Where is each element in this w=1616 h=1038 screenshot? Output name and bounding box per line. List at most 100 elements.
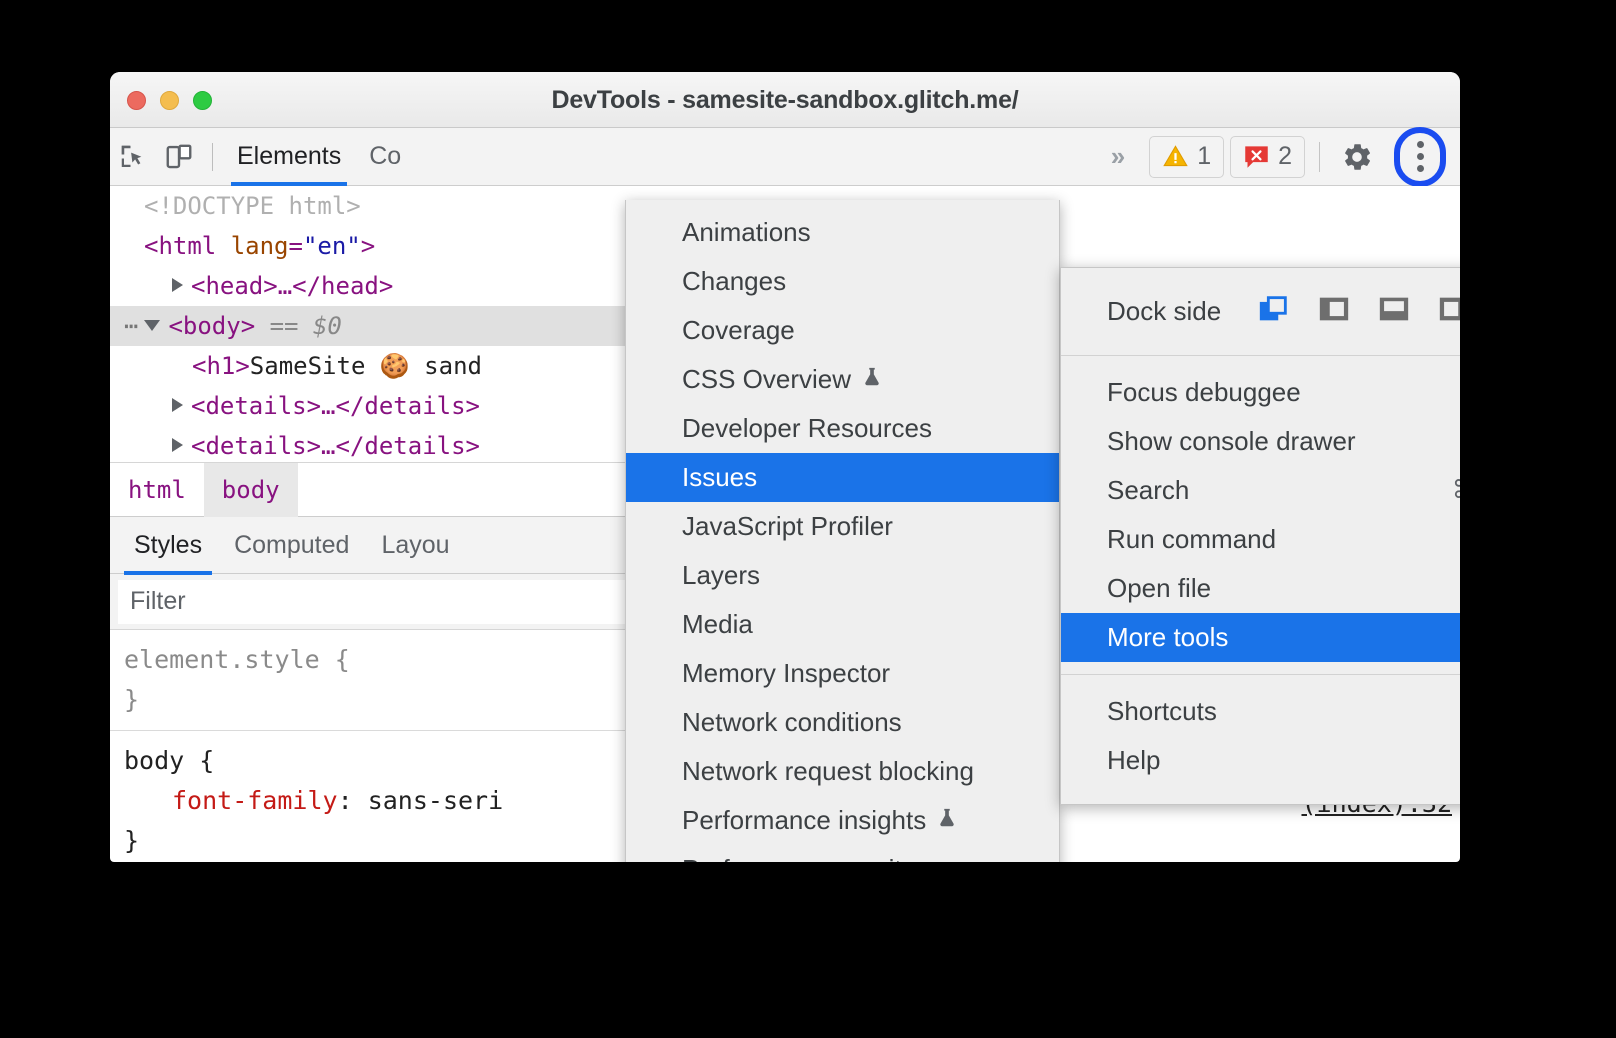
more-tools-item-label: CSS Overview [682, 355, 851, 404]
collapse-triangle-icon[interactable] [144, 320, 160, 331]
menu-item-open-file[interactable]: Open file⌘P [1061, 564, 1460, 613]
dot-3 [1417, 165, 1424, 172]
more-tools-item-label: Changes [682, 257, 786, 306]
more-tools-item-label: Performance insights [682, 796, 926, 845]
menu-item-label: Shortcuts [1107, 687, 1217, 736]
warning-count-badge[interactable]: 1 [1149, 136, 1224, 178]
more-tools-item-animations[interactable]: Animations [626, 208, 1059, 257]
dock-to-left-icon[interactable] [1317, 292, 1351, 331]
more-tools-item-network-conditions[interactable]: Network conditions [626, 698, 1059, 747]
body-dollar-ref: $0 [313, 312, 342, 340]
doctype-text: <!DOCTYPE html> [144, 192, 361, 220]
main-menu-group-0: Focus debuggeeShow console drawerEscSear… [1061, 356, 1460, 675]
main-menu-group-1: ShortcutsHelp [1061, 675, 1460, 797]
error-count-badge[interactable]: 2 [1230, 136, 1305, 178]
tab-layout-label: Layou [381, 531, 449, 560]
more-tools-item-label: Media [682, 600, 753, 649]
more-tools-item-network-request-blocking[interactable]: Network request blocking [626, 747, 1059, 796]
more-tools-item-label: JavaScript Profiler [682, 502, 893, 551]
details-row-text: <details>…</details> [191, 432, 480, 460]
gear-icon[interactable] [1334, 134, 1380, 180]
head-row-text: <head>…</head> [191, 272, 393, 300]
tab-computed[interactable]: Computed [218, 516, 365, 574]
more-tools-item-label: Layers [682, 551, 760, 600]
menu-item-label: Open file [1107, 564, 1211, 613]
device-toolbar-icon[interactable] [156, 134, 202, 180]
tab-computed-label: Computed [234, 531, 349, 560]
html-tag-open: <html [144, 232, 216, 260]
menu-item-show-console-drawer[interactable]: Show console drawerEsc [1061, 417, 1460, 466]
menu-item-help[interactable]: Help [1061, 736, 1460, 785]
h1-text: SameSite 🍪 sand [250, 352, 482, 380]
menu-item-focus-debuggee[interactable]: Focus debuggee [1061, 368, 1460, 417]
experimental-flask-icon [936, 806, 958, 835]
toolbar-divider-2 [1319, 142, 1320, 172]
html-lang-attr-value: "en" [303, 232, 361, 260]
expand-triangle-icon[interactable] [172, 438, 183, 452]
menu-item-label: Focus debuggee [1107, 368, 1301, 417]
tab-console-label: Co [369, 142, 401, 171]
menu-item-label: Help [1107, 736, 1160, 785]
toolbar-right-group: » 1 2 [1093, 127, 1460, 187]
more-tools-item-issues[interactable]: Issues [626, 453, 1059, 502]
more-nodes-icon[interactable]: ⋯ [124, 312, 140, 340]
tab-styles[interactable]: Styles [118, 516, 218, 574]
more-tools-item-layers[interactable]: Layers [626, 551, 1059, 600]
more-tools-item-media[interactable]: Media [626, 600, 1059, 649]
menu-item-run-command[interactable]: Run command⌘⇧P [1061, 515, 1460, 564]
tab-elements-label: Elements [237, 142, 341, 171]
more-tools-item-label: Network request blocking [682, 747, 974, 796]
dock-to-bottom-icon[interactable] [1377, 292, 1411, 331]
body-tag: <body> [168, 312, 255, 340]
error-icon [1243, 143, 1270, 170]
menu-item-label: Show console drawer [1107, 417, 1356, 466]
more-tools-item-label: Issues [682, 453, 757, 502]
devtools-window: DevTools - samesite-sandbox.glitch.me/ [110, 72, 1460, 862]
dot-2 [1417, 153, 1424, 160]
more-tools-item-memory-inspector[interactable]: Memory Inspector [626, 649, 1059, 698]
breadcrumb-item-html[interactable]: html [110, 463, 204, 517]
menu-item-shortcut: ⌘⌥F [1452, 466, 1460, 515]
tab-elements[interactable]: Elements [223, 128, 355, 186]
breadcrumb-item-body[interactable]: body [204, 463, 298, 517]
more-tabs-chevron-icon[interactable]: » [1093, 141, 1143, 172]
three-dots-icon[interactable] [1394, 127, 1446, 187]
html-lang-attr-name: lang [231, 232, 289, 260]
more-tools-item-label: Developer Resources [682, 404, 932, 453]
more-tools-item-label: Memory Inspector [682, 649, 890, 698]
experimental-flask-icon [861, 365, 883, 394]
more-tools-item-css-overview[interactable]: CSS Overview [626, 355, 1059, 404]
expand-triangle-icon[interactable] [172, 278, 183, 292]
window-titlebar: DevTools - samesite-sandbox.glitch.me/ [110, 72, 1460, 128]
more-tools-item-javascript-profiler[interactable]: JavaScript Profiler [626, 502, 1059, 551]
dock-side-options [1257, 292, 1460, 331]
main-menu-groups: Focus debuggeeShow console drawerEscSear… [1061, 356, 1460, 797]
toolbar-divider [212, 143, 213, 171]
more-tools-item-developer-resources[interactable]: Developer Resources [626, 404, 1059, 453]
body-equals: == [270, 312, 299, 340]
more-tools-item-coverage[interactable]: Coverage [626, 306, 1059, 355]
menu-item-shortcuts[interactable]: Shortcuts [1061, 687, 1460, 736]
expand-triangle-icon[interactable] [172, 398, 183, 412]
declaration-property: font-family [172, 786, 338, 815]
body-rule-close: } [124, 826, 139, 855]
inspect-element-icon[interactable] [110, 134, 156, 180]
more-tools-item-label: Coverage [682, 306, 795, 355]
dock-to-right-icon[interactable] [1437, 292, 1460, 331]
more-tools-item-performance-insights[interactable]: Performance insights [626, 796, 1059, 845]
menu-item-more-tools[interactable]: More tools [1061, 613, 1460, 662]
more-tools-submenu: AnimationsChangesCoverageCSS OverviewDev… [625, 200, 1060, 862]
declaration-value: sans-seri [368, 786, 503, 815]
more-tools-item-changes[interactable]: Changes [626, 257, 1059, 306]
dot-1 [1417, 141, 1424, 148]
tab-console[interactable]: Co [355, 128, 415, 186]
more-tools-list: AnimationsChangesCoverageCSS OverviewDev… [626, 208, 1059, 862]
dock-side-label: Dock side [1107, 296, 1221, 327]
menu-item-search[interactable]: Search ⌘⌥F [1061, 466, 1460, 515]
menu-item-label: Search [1107, 466, 1189, 515]
more-tools-item-label: Network conditions [682, 698, 902, 747]
undock-into-separate-window-icon[interactable] [1257, 292, 1291, 331]
tab-styles-label: Styles [134, 531, 202, 560]
more-tools-item-performance-monitor[interactable]: Performance monitor [626, 845, 1059, 862]
tab-layout[interactable]: Layou [365, 516, 465, 574]
